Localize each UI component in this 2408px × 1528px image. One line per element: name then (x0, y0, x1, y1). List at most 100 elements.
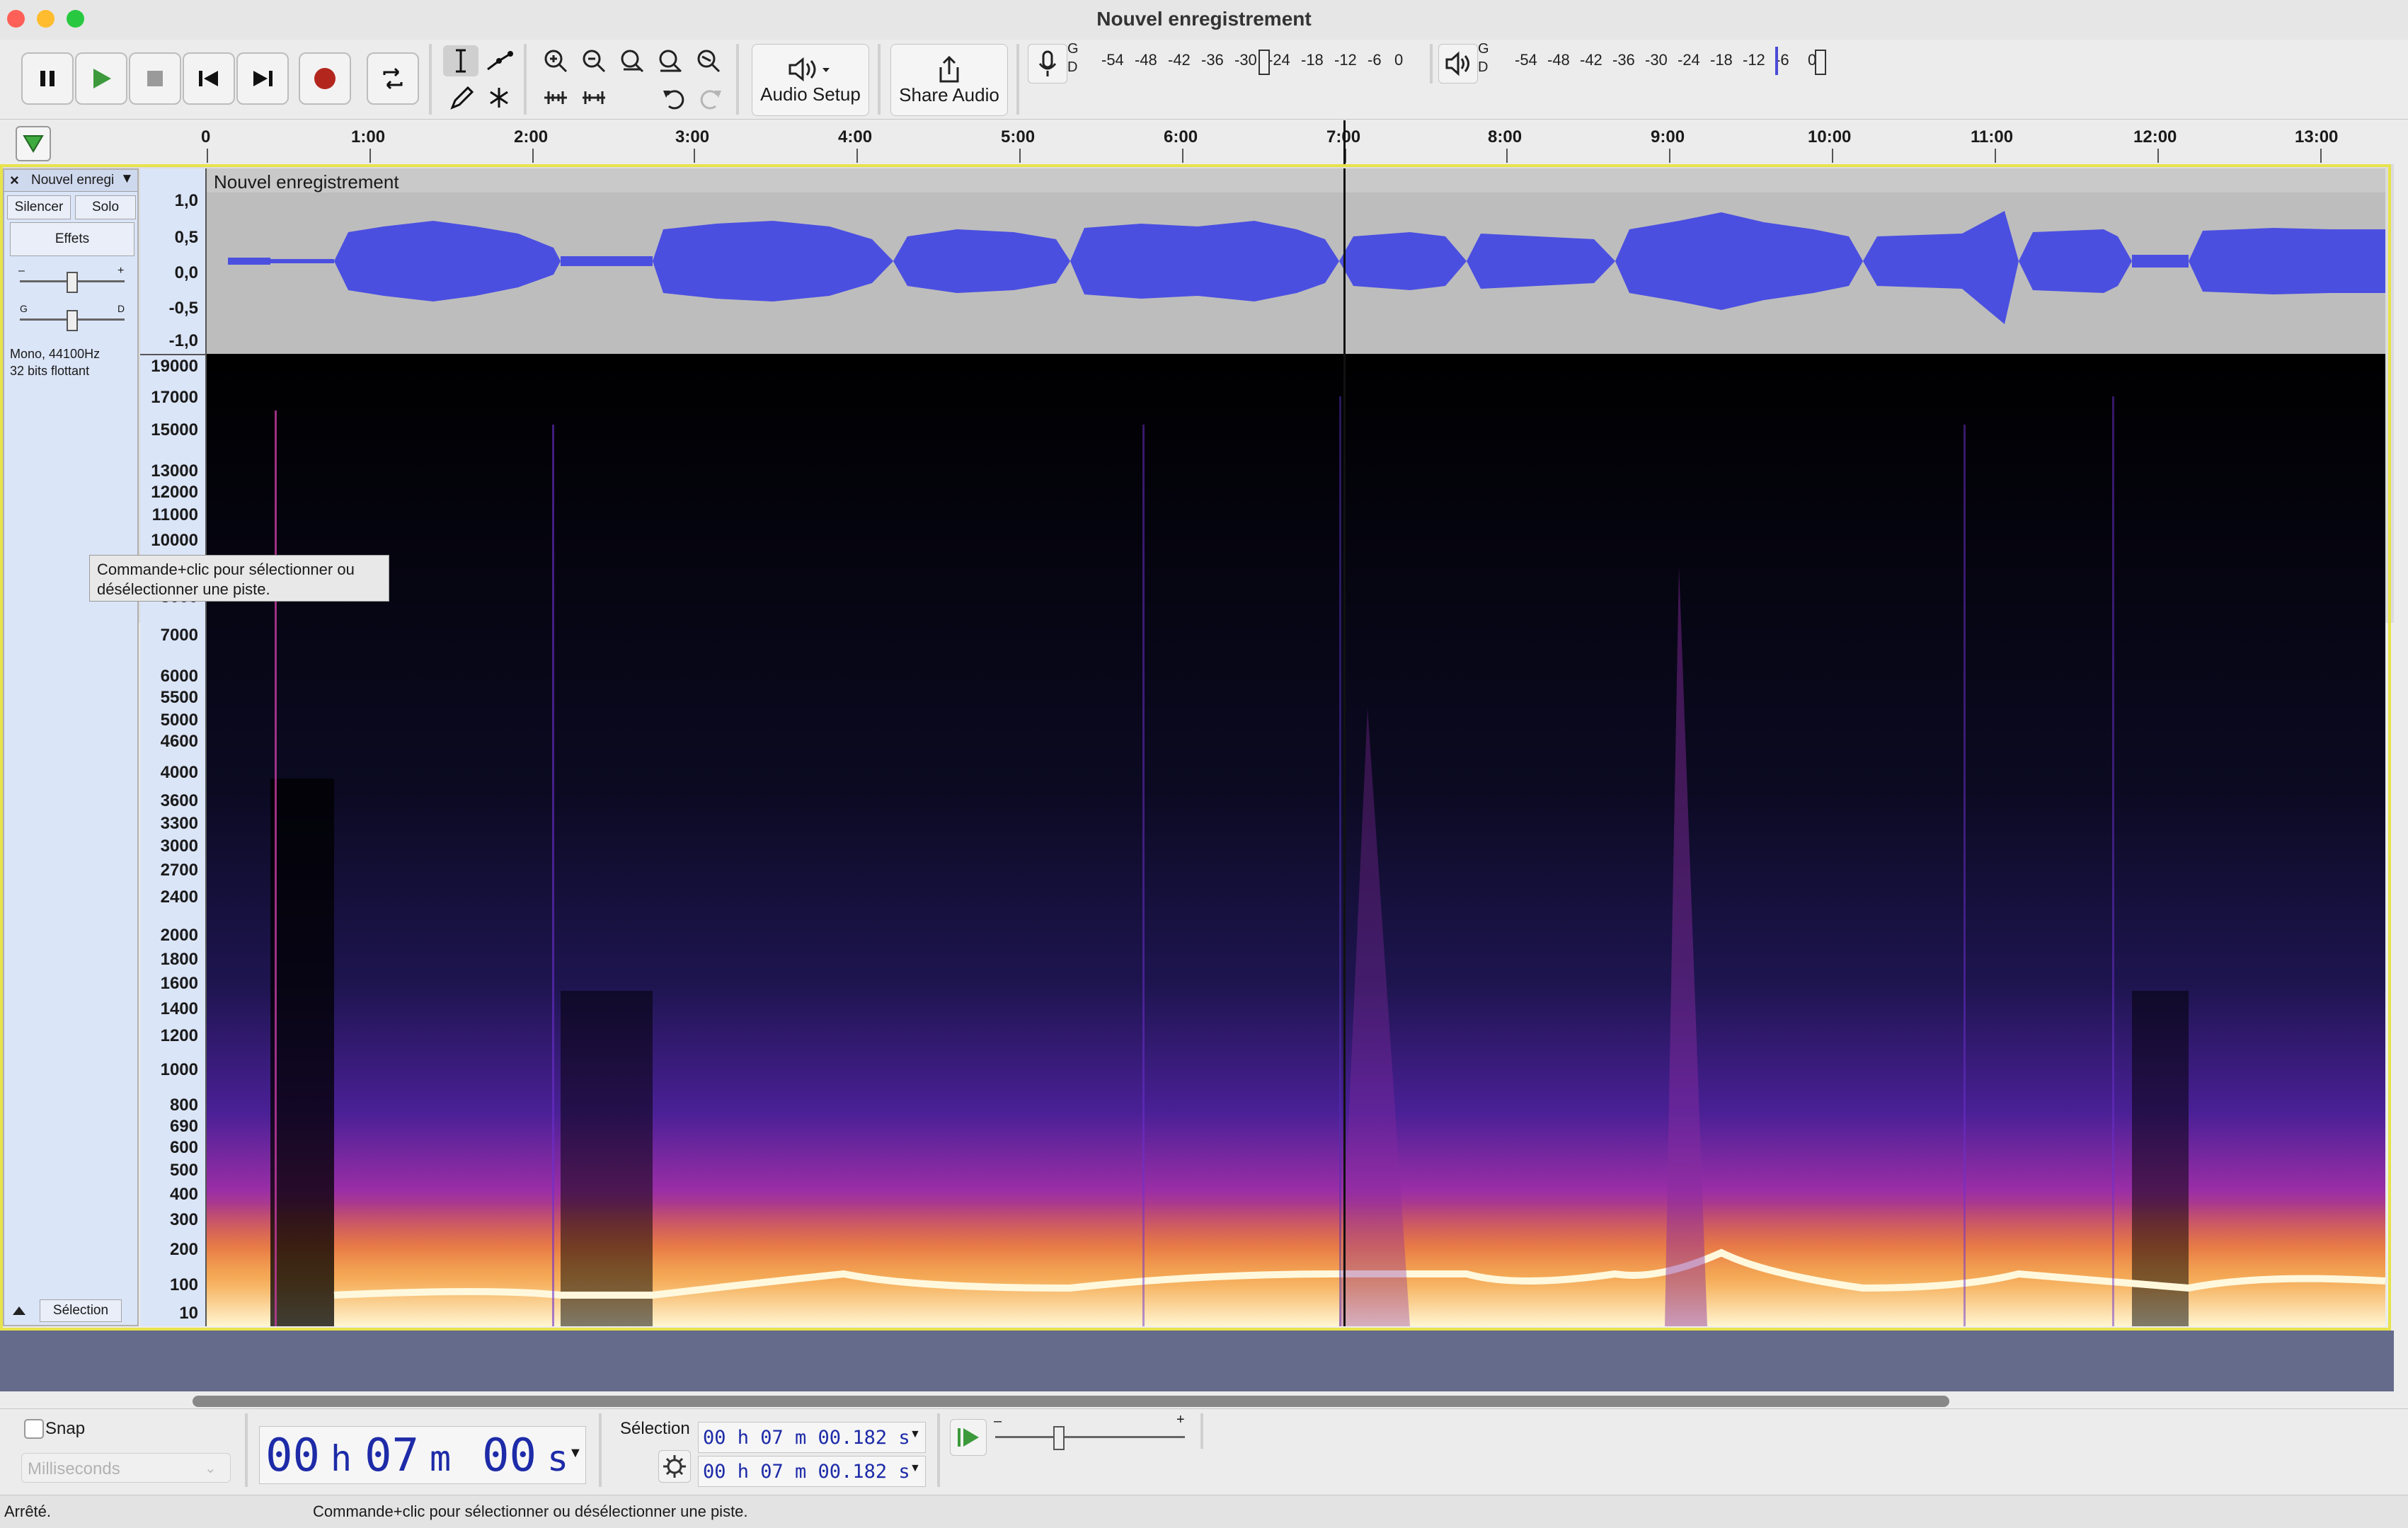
ruler-tick: 4:00 (838, 127, 873, 147)
meter-tick: -12 (1334, 51, 1357, 69)
selection-start-field[interactable]: 00 h 07 m 00.182 s ▼ (698, 1422, 926, 1453)
selection-end-field[interactable]: 00 h 07 m 00.182 s ▼ (698, 1456, 926, 1487)
play-at-speed-button[interactable] (950, 1419, 987, 1456)
trim-icon (544, 91, 567, 104)
snap-checkbox[interactable] (24, 1419, 44, 1439)
meter-tick: -12 (1743, 51, 1765, 69)
trim-audio-button[interactable] (538, 82, 573, 113)
audio-position-display[interactable]: 00 h 07 m 00 s ▼ (259, 1426, 586, 1484)
record-icon (314, 68, 336, 89)
empty-track-area[interactable] (0, 1331, 2397, 1391)
meter-tick: -42 (1168, 51, 1191, 69)
audio-setup-label: Audio Setup (760, 83, 861, 105)
status-message: Commande+clic pour sélectionner ou désél… (313, 1503, 748, 1520)
playback-speed-slider[interactable] (1053, 1426, 1065, 1450)
timeline-options-button[interactable] (16, 126, 51, 161)
horizontal-scrollbar[interactable] (193, 1396, 1949, 1407)
play-button[interactable] (75, 52, 127, 105)
meter-tick: 0 (1394, 51, 1404, 69)
timeline-ruler[interactable]: 0 1:00 2:00 3:00 4:00 5:00 6:00 7:00 8:0… (0, 120, 2408, 166)
selection-start-value: 00 h 07 m 00.182 s (703, 1427, 910, 1449)
meter-tick: -30 (1645, 51, 1668, 69)
toolbar-separator (878, 44, 881, 115)
snap-unit-select[interactable]: Milliseconds ⌄ (21, 1453, 231, 1483)
playback-level-meter[interactable]: G D -54 -48 -42 -36 -30 -24 -18 -12 -6 0 (1478, 40, 1846, 78)
zoom-fit-icon (659, 50, 682, 73)
loop-button[interactable] (367, 52, 419, 105)
skip-end-icon (253, 71, 273, 86)
ruler-tick: 13:00 (2295, 127, 2339, 147)
i-beam-icon (456, 49, 466, 73)
speaker-dropdown-icon (789, 57, 830, 81)
skip-to-end-button[interactable] (236, 52, 289, 105)
ruler-tick: 1:00 (351, 127, 386, 147)
meter-right-label: D (1067, 59, 1078, 75)
silence-audio-button[interactable] (576, 82, 612, 113)
title-bar: Nouvel enregistrement (0, 0, 2408, 40)
gear-icon (663, 1455, 686, 1478)
selection-end-value: 00 h 07 m 00.182 s (703, 1461, 910, 1483)
record-button[interactable] (299, 52, 351, 105)
ruler-tick: 0 (201, 127, 211, 147)
undo-icon (663, 90, 684, 110)
share-audio-button[interactable]: Share Audio (890, 44, 1008, 116)
loop-icon (383, 67, 403, 90)
draw-tool[interactable] (443, 82, 478, 113)
silence-icon (583, 91, 605, 104)
meter-tick: -24 (1678, 51, 1700, 69)
play-at-speed-icon (958, 1428, 979, 1447)
envelope-icon (487, 51, 513, 71)
toolbar-separator (429, 44, 432, 115)
meter-tick: -36 (1612, 51, 1635, 69)
window-title: Nouvel enregistrement (1096, 8, 1312, 30)
redo-button[interactable] (694, 82, 729, 113)
toolbar-separator (524, 44, 527, 115)
stop-button[interactable] (129, 52, 181, 105)
vertical-scrollbar[interactable] (2394, 164, 2408, 1396)
snap-label: Snap (45, 1419, 86, 1438)
skip-to-start-button[interactable] (183, 52, 235, 105)
pause-button[interactable] (21, 52, 74, 105)
fit-project-button[interactable] (653, 45, 688, 76)
meter-tick: -24 (1268, 51, 1290, 69)
record-level-meter[interactable]: G D -54 -48 -42 -36 -30 -24 -18 -12 -6 0 (1067, 40, 1435, 78)
fit-selection-button[interactable] (614, 45, 650, 76)
record-meter-button[interactable] (1028, 44, 1067, 84)
ruler-tick: 12:00 (2133, 127, 2177, 147)
meter-tick: -30 (1234, 51, 1257, 69)
audio-setup-button[interactable]: Audio Setup (752, 44, 869, 116)
ruler-tick: 8:00 (1488, 127, 1523, 147)
ruler-tick: 2:00 (514, 127, 549, 147)
record-meter-slider[interactable] (1259, 50, 1270, 75)
redo-icon (700, 90, 721, 110)
meter-left-label: G (1067, 41, 1079, 57)
status-state: Arrêté. (4, 1503, 52, 1520)
selection-settings-button[interactable] (658, 1450, 691, 1483)
time-minutes: 07 (365, 1430, 420, 1482)
status-bar: Arrêté. Commande+clic pour sélectionner … (0, 1495, 2408, 1528)
ruler-tick: 6:00 (1164, 127, 1198, 147)
meter-tick: -54 (1515, 51, 1537, 69)
envelope-tool[interactable] (481, 45, 517, 76)
undo-button[interactable] (655, 82, 691, 113)
chevron-down-icon: ▼ (910, 1428, 921, 1440)
meter-tick: -6 (1368, 51, 1382, 69)
playback-meter-slider[interactable] (1815, 50, 1826, 75)
ruler-playhead[interactable] (1343, 120, 1346, 164)
tooltip: Commande+clic pour sélectionner ou désél… (89, 555, 389, 602)
zoom-toggle-button[interactable] (691, 45, 726, 76)
chevron-down-icon: ⌄ (205, 1461, 217, 1476)
time-minutes-unit: m (430, 1438, 452, 1479)
zoom-out-button[interactable] (576, 45, 612, 76)
selection-label: Sélection (620, 1419, 690, 1438)
speed-minus-label: – (994, 1413, 1002, 1429)
multi-tool[interactable] (481, 82, 517, 113)
zoom-in-button[interactable] (538, 45, 573, 76)
triangle-down-icon (23, 135, 44, 153)
time-seconds-unit: s (547, 1438, 569, 1479)
chevron-down-icon: ▼ (568, 1445, 583, 1461)
toolbar-separator (245, 1413, 248, 1487)
time-hours: 00 (265, 1430, 321, 1482)
play-meter-button[interactable] (1438, 44, 1478, 84)
selection-tool[interactable] (443, 45, 478, 76)
